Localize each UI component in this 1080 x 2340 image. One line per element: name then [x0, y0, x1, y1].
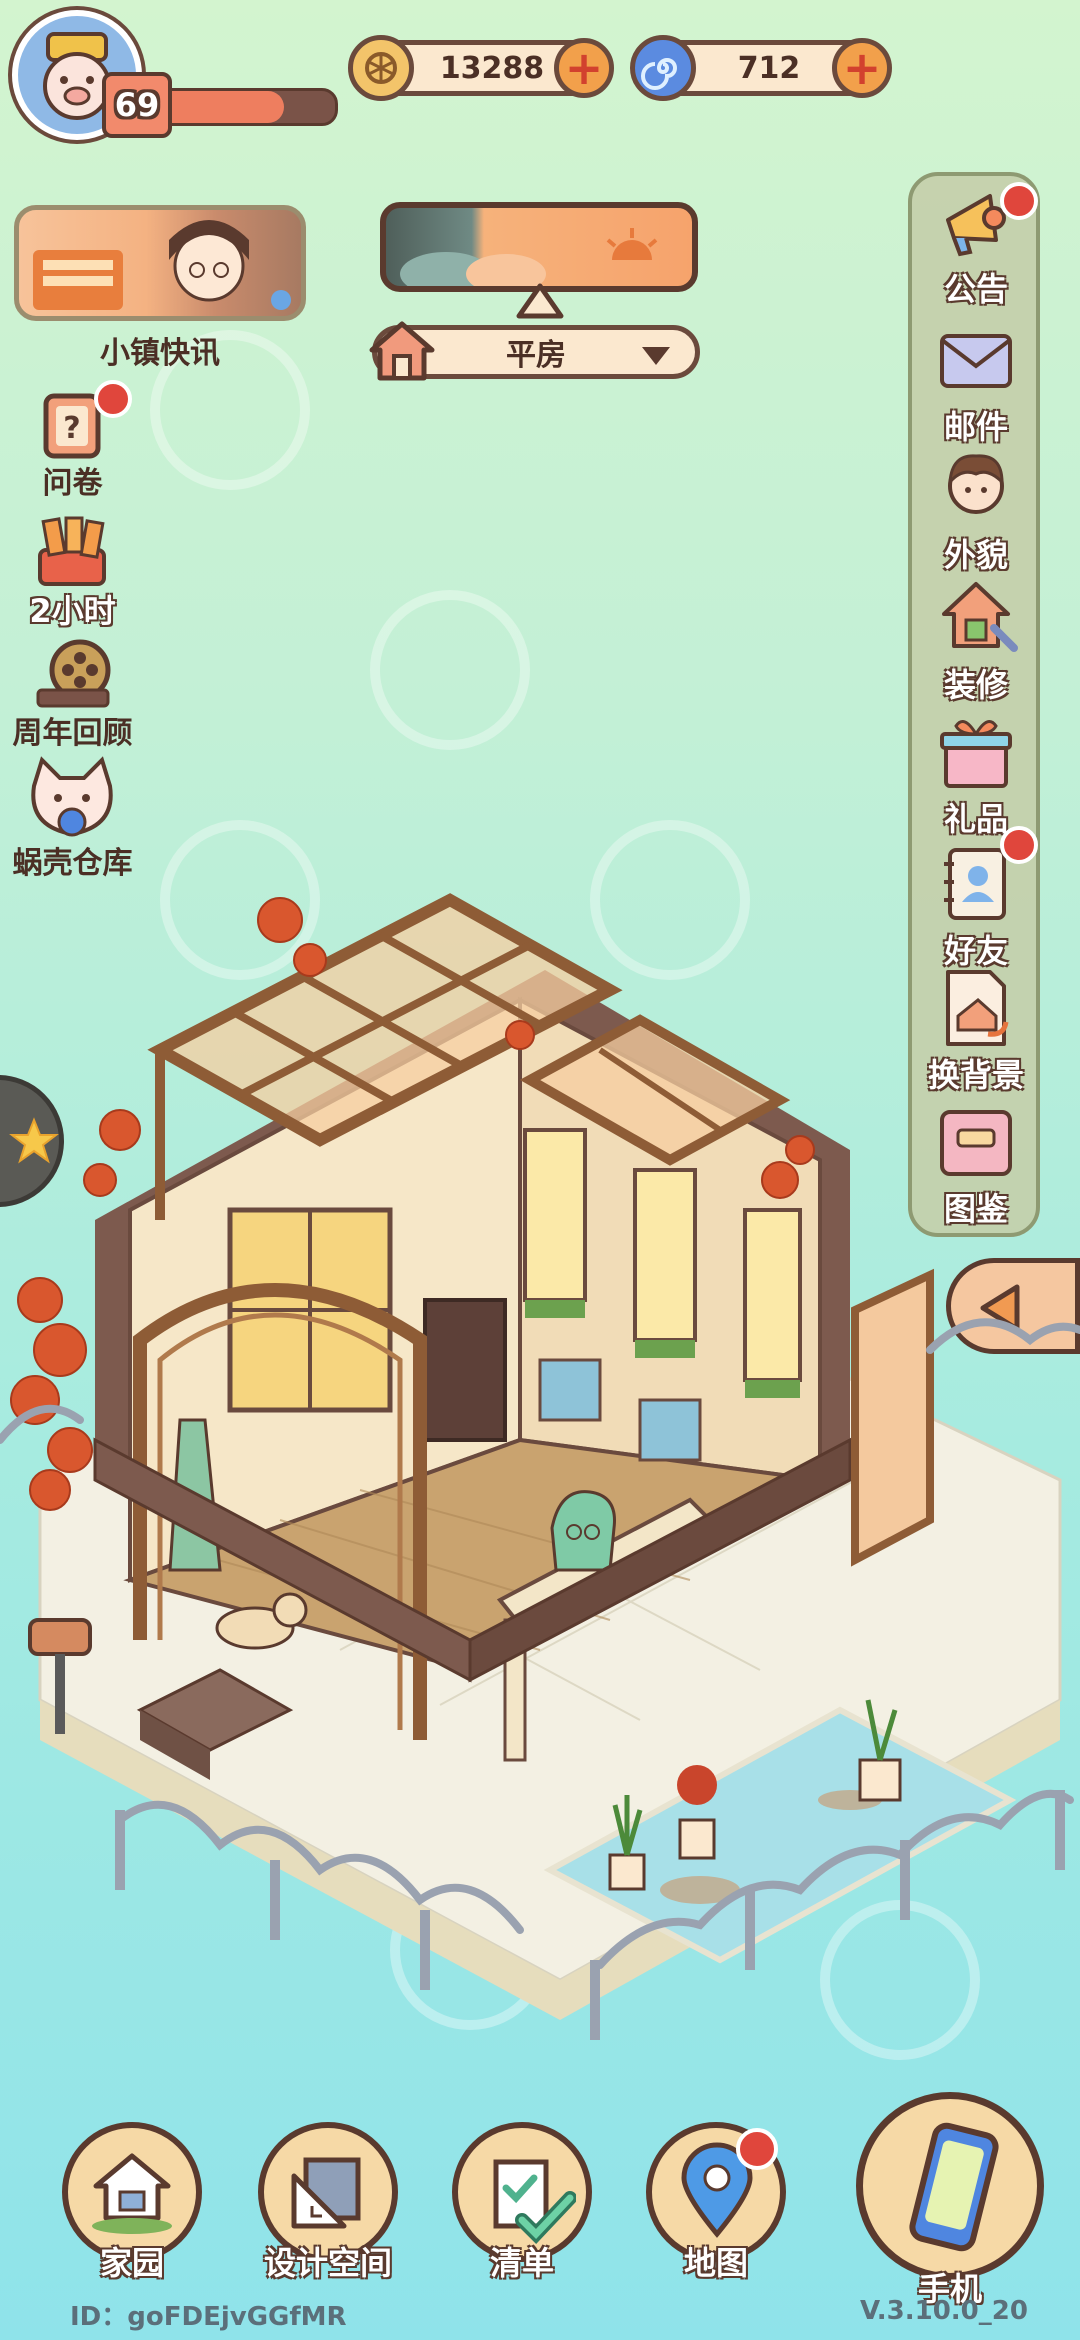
phone-icon [909, 2122, 999, 2252]
left-item-limited[interactable]: 2小时 [0, 510, 145, 630]
right-item-label: 外貌 [943, 536, 1008, 574]
person-icon [948, 454, 1004, 514]
snail-shell-icon [630, 35, 696, 101]
add-coins-button[interactable]: + [554, 38, 614, 98]
left-item-label: 问卷 [42, 466, 103, 501]
svg-text:?: ? [63, 411, 80, 446]
time-pointer-icon [516, 283, 564, 319]
mail-icon [940, 334, 1012, 388]
chevron-down-icon [642, 347, 670, 365]
coin-icon [348, 35, 414, 101]
left-item-label: 周年回顾 [12, 716, 133, 751]
cat-icon [31, 756, 113, 837]
level-badge: 69 [102, 72, 172, 138]
ruler-icon [291, 2157, 361, 2229]
level-number: 69 [114, 86, 160, 124]
left-item-label: 2小时 [29, 592, 116, 630]
right-item-label: 装修 [943, 666, 1008, 704]
xp-bar [150, 88, 338, 126]
left-item-label: 蜗壳仓库 [12, 846, 133, 881]
gift-box-icon [38, 516, 106, 586]
questionnaire-notification-dot [94, 380, 132, 418]
announcement-notification-dot [1000, 182, 1038, 220]
time-of-day-bar [380, 202, 698, 292]
friends-notification-dot [1000, 826, 1038, 864]
add-shells-button[interactable]: + [832, 38, 892, 98]
coin-amount: 13288 [439, 50, 545, 86]
gift-icon [940, 720, 1012, 788]
house-type-label: 平房 [506, 338, 566, 373]
nav-design-label: 设计空间 [263, 2244, 392, 2282]
right-item-label: 邮件 [943, 408, 1008, 446]
left-item-anniversary[interactable]: 周年回顾 [0, 632, 145, 751]
house-scene [0, 893, 1080, 2040]
nav-map-label: 地图 [683, 2244, 748, 2282]
nav-home-label: 家园 [99, 2244, 164, 2282]
news-banner-art [33, 220, 291, 310]
nav-checklist-label: 清单 [489, 2244, 554, 2282]
home-icon [92, 2153, 172, 2234]
shell-amount: 712 [737, 50, 801, 86]
right-item-decorate[interactable]: 装修 [910, 576, 1042, 706]
left-item-questionnaire[interactable]: ? 问卷 [0, 380, 145, 501]
house-icon [366, 318, 438, 384]
film-reel-icon [36, 639, 111, 708]
right-item-appearance[interactable]: 外貌 [910, 446, 1042, 576]
right-item-gift[interactable]: 礼品 [910, 710, 1042, 840]
house-wrench-icon [942, 582, 1018, 652]
player-id: ID：goFDEjvGGfMR [70, 2302, 347, 2332]
left-item-warehouse[interactable]: 蜗壳仓库 [0, 756, 145, 881]
right-item-mail[interactable]: 邮件 [910, 318, 1042, 448]
checklist-icon [493, 2159, 576, 2245]
right-item-label: 礼品 [943, 800, 1008, 838]
right-item-label: 公告 [943, 270, 1008, 308]
map-notification-dot [736, 2128, 778, 2170]
news-label: 小镇快讯 [100, 336, 220, 371]
news-banner[interactable] [14, 205, 306, 321]
nav-phone-button[interactable] [856, 2092, 1044, 2280]
sun-weather-icon [400, 228, 658, 286]
version-text: V.3.10.0_20 [860, 2296, 1028, 2326]
background-sun-decoration [370, 590, 530, 750]
